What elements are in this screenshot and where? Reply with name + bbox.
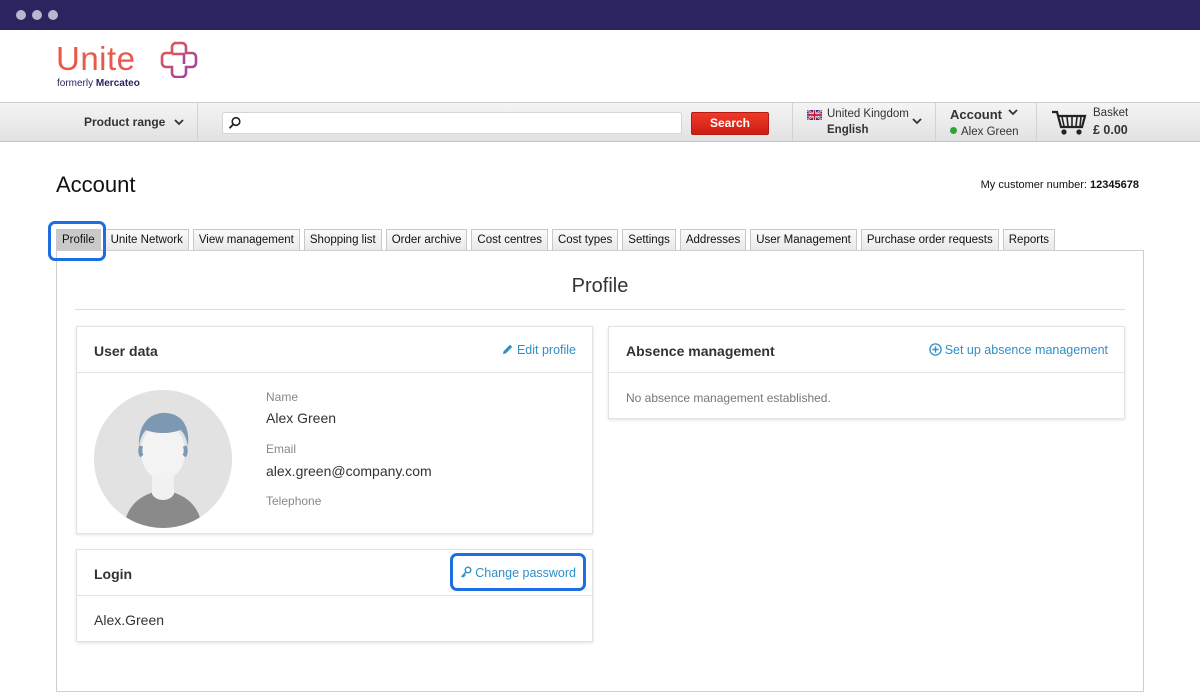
tab-reports[interactable]: Reports bbox=[1002, 229, 1056, 251]
avatar bbox=[94, 390, 232, 528]
name-label: Name bbox=[266, 390, 299, 404]
uk-flag-icon bbox=[807, 110, 822, 120]
basket-label: Basket bbox=[1093, 107, 1129, 119]
tab-purchase-order-requests[interactable]: Purchase order requests bbox=[860, 229, 999, 251]
account-tabs: Profile Unite Network View management Sh… bbox=[56, 229, 1059, 251]
chevron-down-icon bbox=[174, 119, 184, 126]
logo-tagline-brand: Mercateo bbox=[95, 78, 140, 89]
page-title: Account bbox=[56, 172, 136, 197]
tab-cost-centres[interactable]: Cost centres bbox=[471, 229, 548, 251]
profile-panel: Profile User data Edit profile Name Alex… bbox=[56, 250, 1144, 692]
user-silhouette-icon bbox=[94, 390, 232, 528]
product-range-menu[interactable]: Product range bbox=[84, 115, 184, 129]
logo-tagline: formerly Mercateo bbox=[57, 78, 140, 89]
login-username: Alex.Green bbox=[94, 612, 165, 628]
basket-button[interactable]: Basket £ 0.00 bbox=[1050, 107, 1160, 139]
customer-number-label: My customer number: bbox=[980, 179, 1087, 191]
tab-shopping-list[interactable]: Shopping list bbox=[303, 229, 382, 251]
account-user: Alex Green bbox=[950, 126, 1019, 138]
account-user-name: Alex Green bbox=[961, 126, 1019, 138]
absence-empty-text: No absence management established. bbox=[626, 391, 831, 405]
tab-unite-network[interactable]: Unite Network bbox=[104, 229, 189, 251]
main-navigation-bar: Product range Search United Kingdom Engl… bbox=[0, 102, 1200, 142]
pencil-icon bbox=[502, 344, 513, 354]
chevron-down-icon bbox=[1008, 109, 1018, 116]
divider bbox=[197, 103, 198, 141]
divider bbox=[1036, 103, 1037, 141]
basket-amount: £ 0.00 bbox=[1093, 123, 1128, 137]
telephone-label: Telephone bbox=[266, 494, 322, 508]
maximize-window-icon[interactable] bbox=[48, 10, 58, 20]
logo-mark-icon bbox=[160, 41, 198, 78]
login-title: Login bbox=[94, 566, 133, 582]
tab-user-management[interactable]: User Management bbox=[750, 229, 857, 251]
tab-view-management[interactable]: View management bbox=[192, 229, 300, 251]
search-input[interactable] bbox=[222, 112, 682, 134]
search-icon bbox=[228, 116, 241, 129]
profile-tab-highlight bbox=[48, 221, 106, 261]
shopping-cart-icon bbox=[1052, 110, 1087, 135]
divider bbox=[792, 103, 793, 141]
profile-heading: Profile bbox=[571, 275, 629, 297]
name-value: Alex Green bbox=[266, 410, 337, 426]
divider bbox=[75, 309, 1125, 310]
divider bbox=[935, 103, 936, 141]
tab-order-archive[interactable]: Order archive bbox=[385, 229, 468, 251]
account-label: Account bbox=[950, 107, 1002, 122]
change-password-highlight bbox=[450, 553, 586, 591]
logo-wordmark: Unite bbox=[56, 40, 136, 77]
unite-logo[interactable]: Unite formerly Mercateo bbox=[56, 40, 216, 92]
online-status-icon bbox=[950, 127, 957, 134]
language-selector[interactable]: United Kingdom English bbox=[806, 108, 926, 138]
edit-profile-label: Edit profile bbox=[516, 343, 576, 357]
edit-profile-link[interactable]: Edit profile bbox=[501, 343, 576, 357]
email-label: Email bbox=[266, 442, 297, 456]
user-data-card-header: User data Edit profile bbox=[77, 327, 592, 373]
absence-management-card: Absence management Set up absence manage… bbox=[608, 326, 1125, 419]
close-window-icon[interactable] bbox=[16, 10, 26, 20]
absence-title: Absence management bbox=[626, 343, 775, 359]
minimize-window-icon[interactable] bbox=[32, 10, 42, 20]
product-range-label: Product range bbox=[84, 115, 166, 129]
tab-addresses[interactable]: Addresses bbox=[679, 229, 747, 251]
user-data-title: User data bbox=[94, 343, 158, 359]
language-label: English bbox=[827, 124, 869, 136]
tab-cost-types[interactable]: Cost types bbox=[551, 229, 619, 251]
country-label: United Kingdom bbox=[827, 108, 909, 120]
window-titlebar bbox=[0, 0, 1200, 30]
user-data-card: User data Edit profile Name Alex Green E… bbox=[76, 326, 593, 534]
account-menu[interactable]: Account Alex Green bbox=[950, 107, 1030, 139]
logo-tagline-prefix: formerly bbox=[57, 78, 94, 89]
search-button[interactable]: Search bbox=[691, 112, 769, 135]
set-up-absence-label: Set up absence management bbox=[944, 343, 1108, 357]
chevron-down-icon bbox=[912, 118, 922, 125]
customer-number-value: 12345678 bbox=[1090, 179, 1139, 191]
tab-settings[interactable]: Settings bbox=[622, 229, 676, 251]
set-up-absence-link[interactable]: Set up absence management bbox=[928, 343, 1108, 357]
absence-card-header: Absence management Set up absence manage… bbox=[609, 327, 1124, 373]
email-value: alex.green@company.com bbox=[266, 463, 432, 479]
plus-circle-icon bbox=[928, 343, 942, 356]
customer-number: My customer number: 12345678 bbox=[981, 179, 1139, 191]
